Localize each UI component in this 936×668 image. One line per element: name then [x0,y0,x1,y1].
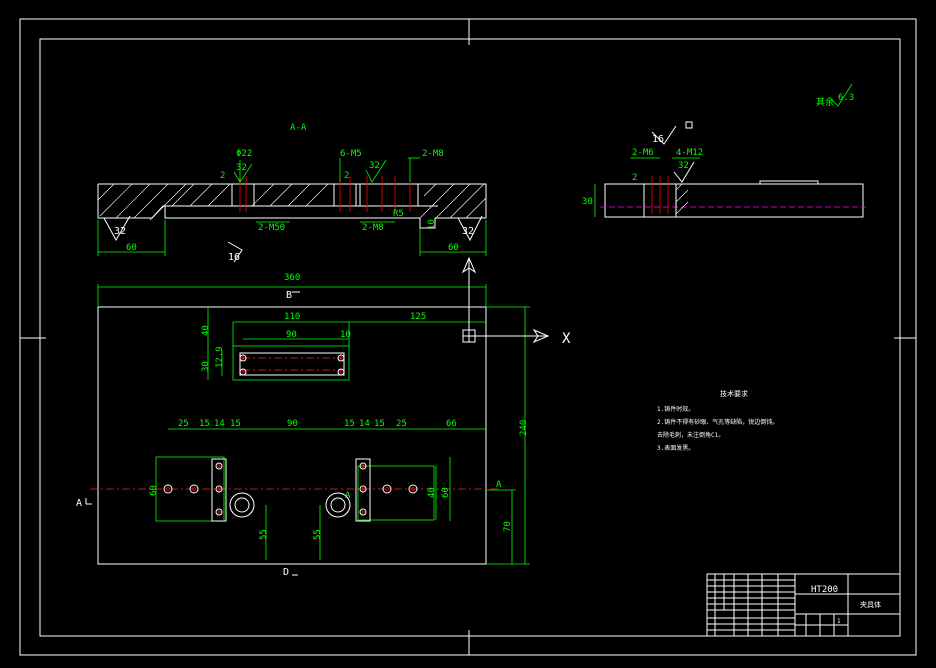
dim-55-a: 55 [259,529,269,540]
hatch-right [419,183,487,219]
dim-55-b: 55 [313,529,323,540]
view-a-right: A [496,480,502,490]
dim-10: 10 [427,219,437,230]
dim-60-right: 60 [448,243,459,253]
dim-40-left: 40 [201,325,211,336]
dim-2-mid: 2 [344,171,349,181]
dim-30-side: 30 [582,197,593,207]
dim-240: 240 [519,420,529,436]
dim-360: 360 [284,273,300,283]
rough-32-b: 32 [369,161,380,171]
m12-label: 4-M12 [676,148,703,158]
dim-60-left: 60 [126,243,137,253]
technical-notes: 技术要求 1.铸件时效。 2.铸件不得有砂眼、气孔等缺陷，锐边倒钝。 去除毛刺，… [657,389,778,452]
row-dim-7: 15 [374,419,385,429]
hatch-left [97,183,329,221]
ucs-axis-icon: X [461,256,571,347]
general-roughness-symbol: 其余 6.3 [816,83,854,108]
section-label: A-A [290,123,307,133]
note-line-2: 去除毛刺，未注倒角C1。 [657,431,724,439]
sheet-text: 1 [837,618,841,625]
view-a-small: A [345,491,351,501]
dim-12-9: 12.9 [215,346,225,368]
row-dim-4: 90 [287,419,298,429]
rough-16-a: 16 [228,252,240,263]
dim-2-top: 2 [220,171,225,181]
note-line-1: 2.铸件不得有砂眼、气孔等缺陷，锐边倒钝。 [657,418,778,426]
view-d-label: D [283,567,289,578]
sheet-border [19,18,917,656]
row-dim-0: 25 [178,419,189,429]
dim-70: 70 [503,521,513,532]
m8-top-label: 2-M8 [422,149,444,159]
part-name-text: 夹具体 [860,600,881,609]
dim-110: 110 [284,312,300,322]
row-dim-5: 15 [344,419,355,429]
row-dim-2: 14 [214,419,225,429]
dim-60-left-fix: 60 [149,485,159,496]
section-b-label: B [286,290,292,301]
m6-label: 2-M6 [632,148,654,158]
cad-drawing-canvas: A-A Φ22 32 6-M5 32 2-M8 2-M50 2-M8 R5 2 … [19,18,917,656]
m50-label: 2-M50 [258,223,285,233]
svg-text:其余: 其余 [816,96,834,108]
note-line-0: 1.铸件时效。 [657,405,694,413]
phi22-label: Φ22 [236,149,252,159]
side-section-view: 30 2 2-M6 4-M12 32 16 [582,121,866,218]
section-holes [231,176,419,212]
m5-label: 6-M5 [340,149,362,159]
axis-x-label: X [562,331,571,347]
dim-125: 125 [410,312,426,322]
rough-6-3: 6.3 [838,93,854,103]
view-a-left: A [76,498,82,509]
note-line-3: 3.表面发黑。 [657,444,694,452]
dim-40-right: 40 [427,487,437,498]
plan-view: 360 B 240 70 110 125 90 10 40 30 12.9 25… [76,273,530,578]
dim-90-top: 90 [286,330,297,340]
row-dim-8: 25 [396,419,407,429]
row-dim-3: 15 [230,419,241,429]
rough-32-a: 32 [236,163,247,173]
row-dim-9: 66 [446,419,457,429]
dim-2-side: 2 [632,173,637,183]
title-block: HT200 夹具体 1 [706,573,901,637]
section-a-a-view: A-A Φ22 32 6-M5 32 2-M8 2-M50 2-M8 R5 2 … [97,123,487,263]
row-dim-1: 15 [199,419,210,429]
dim-60-right: 60 [441,487,451,498]
dim-30: 30 [201,361,211,372]
dim-10: 10 [340,330,351,340]
row-dim-6: 14 [359,419,370,429]
r5-label: R5 [393,209,404,219]
notes-title: 技术要求 [720,389,748,398]
m8-bottom-label: 2-M8 [362,223,384,233]
rough-32-c: 32 [114,226,126,237]
rough-32-side: 32 [678,161,689,171]
rough-16-side: 16 [652,134,664,145]
material-text: HT200 [811,585,838,595]
rough-32-d: 32 [462,226,474,237]
